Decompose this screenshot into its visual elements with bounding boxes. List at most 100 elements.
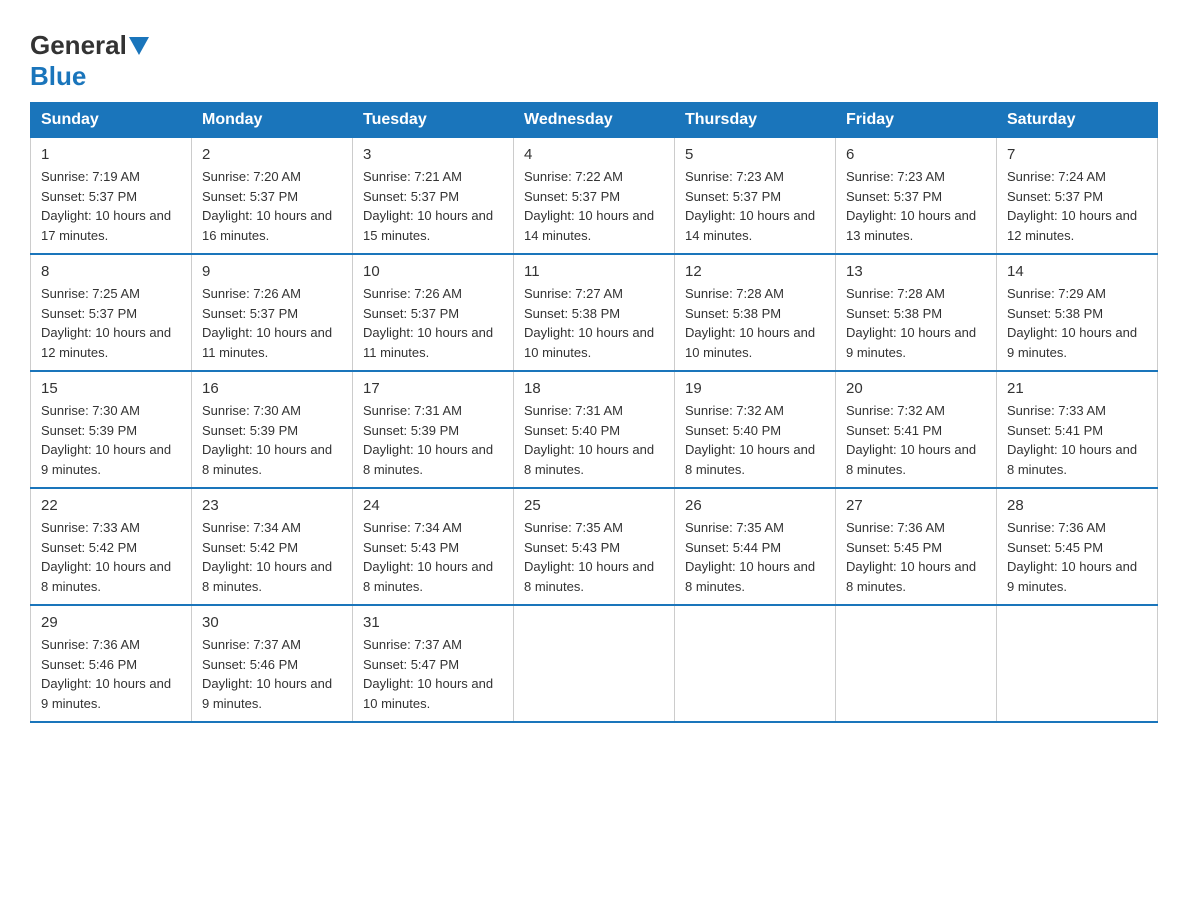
calendar-cell: 14 Sunrise: 7:29 AM Sunset: 5:38 PM Dayl…	[997, 254, 1158, 371]
calendar-header-saturday: Saturday	[997, 103, 1158, 138]
day-number: 16	[202, 380, 342, 397]
day-info: Sunrise: 7:23 AM Sunset: 5:37 PM Dayligh…	[846, 167, 986, 245]
page-header: General Blue	[30, 20, 1158, 92]
day-info: Sunrise: 7:23 AM Sunset: 5:37 PM Dayligh…	[685, 167, 825, 245]
calendar-cell: 10 Sunrise: 7:26 AM Sunset: 5:37 PM Dayl…	[353, 254, 514, 371]
day-info: Sunrise: 7:35 AM Sunset: 5:43 PM Dayligh…	[524, 518, 664, 596]
calendar-cell: 18 Sunrise: 7:31 AM Sunset: 5:40 PM Dayl…	[514, 371, 675, 488]
day-number: 15	[41, 380, 181, 397]
day-number: 5	[685, 146, 825, 163]
day-number: 17	[363, 380, 503, 397]
calendar-cell: 7 Sunrise: 7:24 AM Sunset: 5:37 PM Dayli…	[997, 138, 1158, 255]
calendar-cell: 8 Sunrise: 7:25 AM Sunset: 5:37 PM Dayli…	[31, 254, 192, 371]
calendar-cell: 17 Sunrise: 7:31 AM Sunset: 5:39 PM Dayl…	[353, 371, 514, 488]
day-number: 10	[363, 263, 503, 280]
day-info: Sunrise: 7:34 AM Sunset: 5:42 PM Dayligh…	[202, 518, 342, 596]
calendar-cell	[836, 605, 997, 722]
calendar-week-row: 8 Sunrise: 7:25 AM Sunset: 5:37 PM Dayli…	[31, 254, 1158, 371]
day-info: Sunrise: 7:26 AM Sunset: 5:37 PM Dayligh…	[363, 284, 503, 362]
calendar-cell: 19 Sunrise: 7:32 AM Sunset: 5:40 PM Dayl…	[675, 371, 836, 488]
calendar-cell: 1 Sunrise: 7:19 AM Sunset: 5:37 PM Dayli…	[31, 138, 192, 255]
calendar-cell: 31 Sunrise: 7:37 AM Sunset: 5:47 PM Dayl…	[353, 605, 514, 722]
calendar-header-sunday: Sunday	[31, 103, 192, 138]
day-info: Sunrise: 7:22 AM Sunset: 5:37 PM Dayligh…	[524, 167, 664, 245]
calendar-week-row: 1 Sunrise: 7:19 AM Sunset: 5:37 PM Dayli…	[31, 138, 1158, 255]
calendar-week-row: 22 Sunrise: 7:33 AM Sunset: 5:42 PM Dayl…	[31, 488, 1158, 605]
day-info: Sunrise: 7:28 AM Sunset: 5:38 PM Dayligh…	[685, 284, 825, 362]
day-number: 6	[846, 146, 986, 163]
calendar-cell: 5 Sunrise: 7:23 AM Sunset: 5:37 PM Dayli…	[675, 138, 836, 255]
logo-blue-text: Blue	[30, 61, 86, 91]
day-number: 27	[846, 497, 986, 514]
day-number: 23	[202, 497, 342, 514]
day-info: Sunrise: 7:33 AM Sunset: 5:41 PM Dayligh…	[1007, 401, 1147, 479]
day-info: Sunrise: 7:33 AM Sunset: 5:42 PM Dayligh…	[41, 518, 181, 596]
day-info: Sunrise: 7:30 AM Sunset: 5:39 PM Dayligh…	[41, 401, 181, 479]
day-info: Sunrise: 7:31 AM Sunset: 5:40 PM Dayligh…	[524, 401, 664, 479]
calendar-cell: 12 Sunrise: 7:28 AM Sunset: 5:38 PM Dayl…	[675, 254, 836, 371]
calendar-header-thursday: Thursday	[675, 103, 836, 138]
calendar-header-wednesday: Wednesday	[514, 103, 675, 138]
day-info: Sunrise: 7:21 AM Sunset: 5:37 PM Dayligh…	[363, 167, 503, 245]
day-number: 26	[685, 497, 825, 514]
calendar-cell: 21 Sunrise: 7:33 AM Sunset: 5:41 PM Dayl…	[997, 371, 1158, 488]
day-number: 4	[524, 146, 664, 163]
calendar-header-tuesday: Tuesday	[353, 103, 514, 138]
day-number: 13	[846, 263, 986, 280]
calendar-cell: 9 Sunrise: 7:26 AM Sunset: 5:37 PM Dayli…	[192, 254, 353, 371]
day-info: Sunrise: 7:37 AM Sunset: 5:47 PM Dayligh…	[363, 635, 503, 713]
day-number: 12	[685, 263, 825, 280]
day-number: 18	[524, 380, 664, 397]
calendar-cell: 30 Sunrise: 7:37 AM Sunset: 5:46 PM Dayl…	[192, 605, 353, 722]
day-info: Sunrise: 7:26 AM Sunset: 5:37 PM Dayligh…	[202, 284, 342, 362]
day-info: Sunrise: 7:35 AM Sunset: 5:44 PM Dayligh…	[685, 518, 825, 596]
day-number: 29	[41, 614, 181, 631]
calendar-cell: 22 Sunrise: 7:33 AM Sunset: 5:42 PM Dayl…	[31, 488, 192, 605]
day-info: Sunrise: 7:34 AM Sunset: 5:43 PM Dayligh…	[363, 518, 503, 596]
day-number: 3	[363, 146, 503, 163]
day-info: Sunrise: 7:28 AM Sunset: 5:38 PM Dayligh…	[846, 284, 986, 362]
day-number: 22	[41, 497, 181, 514]
calendar-table: SundayMondayTuesdayWednesdayThursdayFrid…	[30, 102, 1158, 723]
day-number: 2	[202, 146, 342, 163]
day-number: 14	[1007, 263, 1147, 280]
calendar-cell: 25 Sunrise: 7:35 AM Sunset: 5:43 PM Dayl…	[514, 488, 675, 605]
calendar-cell: 23 Sunrise: 7:34 AM Sunset: 5:42 PM Dayl…	[192, 488, 353, 605]
day-number: 19	[685, 380, 825, 397]
calendar-cell: 15 Sunrise: 7:30 AM Sunset: 5:39 PM Dayl…	[31, 371, 192, 488]
day-info: Sunrise: 7:25 AM Sunset: 5:37 PM Dayligh…	[41, 284, 181, 362]
day-number: 8	[41, 263, 181, 280]
day-number: 11	[524, 263, 664, 280]
day-number: 28	[1007, 497, 1147, 514]
calendar-cell: 13 Sunrise: 7:28 AM Sunset: 5:38 PM Dayl…	[836, 254, 997, 371]
logo-triangle-icon	[129, 37, 149, 55]
day-info: Sunrise: 7:20 AM Sunset: 5:37 PM Dayligh…	[202, 167, 342, 245]
calendar-week-row: 29 Sunrise: 7:36 AM Sunset: 5:46 PM Dayl…	[31, 605, 1158, 722]
calendar-week-row: 15 Sunrise: 7:30 AM Sunset: 5:39 PM Dayl…	[31, 371, 1158, 488]
calendar-header-monday: Monday	[192, 103, 353, 138]
calendar-cell: 28 Sunrise: 7:36 AM Sunset: 5:45 PM Dayl…	[997, 488, 1158, 605]
day-info: Sunrise: 7:32 AM Sunset: 5:41 PM Dayligh…	[846, 401, 986, 479]
day-info: Sunrise: 7:36 AM Sunset: 5:45 PM Dayligh…	[846, 518, 986, 596]
logo: General Blue	[30, 30, 151, 92]
day-info: Sunrise: 7:32 AM Sunset: 5:40 PM Dayligh…	[685, 401, 825, 479]
day-info: Sunrise: 7:19 AM Sunset: 5:37 PM Dayligh…	[41, 167, 181, 245]
calendar-cell: 27 Sunrise: 7:36 AM Sunset: 5:45 PM Dayl…	[836, 488, 997, 605]
day-number: 1	[41, 146, 181, 163]
day-number: 30	[202, 614, 342, 631]
calendar-cell: 24 Sunrise: 7:34 AM Sunset: 5:43 PM Dayl…	[353, 488, 514, 605]
calendar-cell: 3 Sunrise: 7:21 AM Sunset: 5:37 PM Dayli…	[353, 138, 514, 255]
calendar-cell: 29 Sunrise: 7:36 AM Sunset: 5:46 PM Dayl…	[31, 605, 192, 722]
day-number: 24	[363, 497, 503, 514]
day-info: Sunrise: 7:36 AM Sunset: 5:45 PM Dayligh…	[1007, 518, 1147, 596]
day-info: Sunrise: 7:37 AM Sunset: 5:46 PM Dayligh…	[202, 635, 342, 713]
calendar-header-row: SundayMondayTuesdayWednesdayThursdayFrid…	[31, 103, 1158, 138]
calendar-cell	[675, 605, 836, 722]
day-info: Sunrise: 7:29 AM Sunset: 5:38 PM Dayligh…	[1007, 284, 1147, 362]
day-info: Sunrise: 7:24 AM Sunset: 5:37 PM Dayligh…	[1007, 167, 1147, 245]
calendar-cell: 4 Sunrise: 7:22 AM Sunset: 5:37 PM Dayli…	[514, 138, 675, 255]
calendar-cell: 2 Sunrise: 7:20 AM Sunset: 5:37 PM Dayli…	[192, 138, 353, 255]
day-info: Sunrise: 7:31 AM Sunset: 5:39 PM Dayligh…	[363, 401, 503, 479]
calendar-cell: 26 Sunrise: 7:35 AM Sunset: 5:44 PM Dayl…	[675, 488, 836, 605]
day-info: Sunrise: 7:30 AM Sunset: 5:39 PM Dayligh…	[202, 401, 342, 479]
